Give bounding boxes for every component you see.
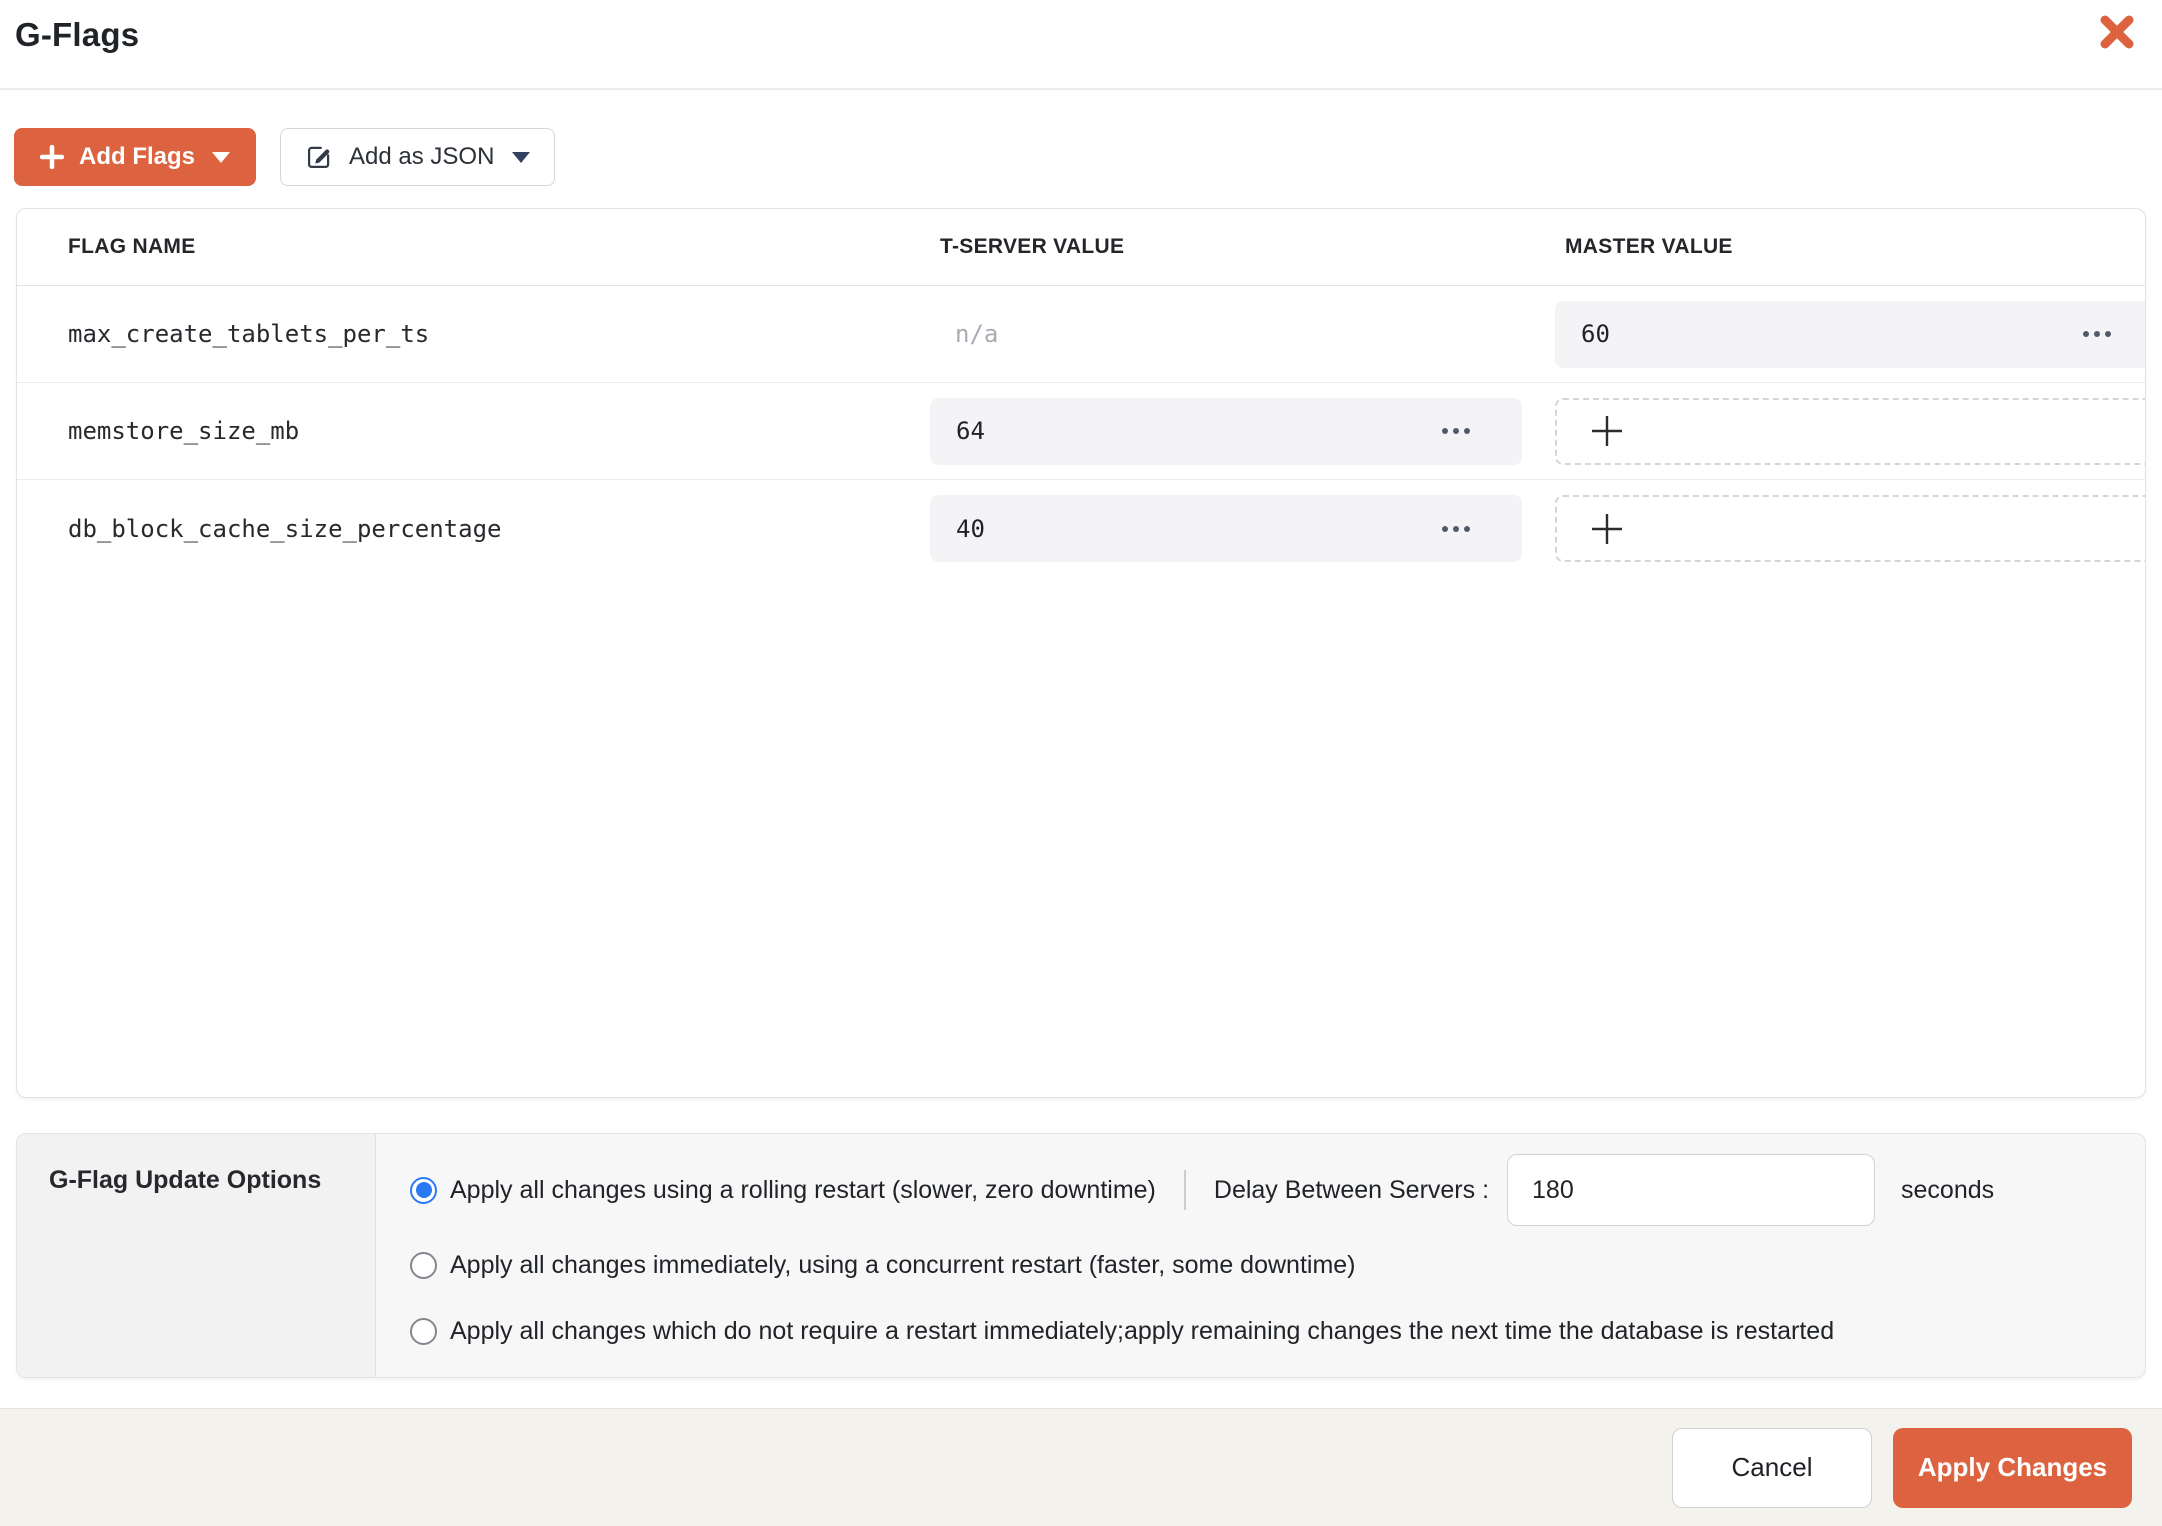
flag-name: max_create_tablets_per_ts bbox=[68, 320, 430, 348]
options-content: Apply all changes using a rolling restar… bbox=[376, 1134, 2145, 1377]
options-title: G-Flag Update Options bbox=[49, 1166, 322, 1194]
add-as-json-label: Add as JSON bbox=[349, 143, 495, 170]
table-row: max_create_tablets_per_ts n/a 60 bbox=[17, 286, 2145, 383]
column-header-tserver-value: T-SERVER VALUE bbox=[940, 235, 1125, 258]
close-button[interactable] bbox=[2098, 14, 2136, 52]
modal-header: G-Flags bbox=[0, 0, 2162, 90]
table-row: db_block_cache_size_percentage 40 bbox=[17, 480, 2145, 577]
row-actions-menu-icon[interactable] bbox=[2079, 323, 2115, 345]
caret-down-icon bbox=[512, 151, 531, 163]
plus-icon bbox=[1591, 512, 1623, 546]
gflag-update-options-panel: G-Flag Update Options Apply all changes … bbox=[16, 1133, 2146, 1378]
tserver-value-na: n/a bbox=[955, 320, 999, 348]
radio-label: Apply all changes immediately, using a c… bbox=[450, 1250, 1356, 1279]
add-flags-label: Add Flags bbox=[79, 143, 196, 170]
page-title: G-Flags bbox=[15, 16, 140, 53]
delay-seconds-input[interactable] bbox=[1507, 1154, 1876, 1226]
flag-name: db_block_cache_size_percentage bbox=[68, 514, 502, 543]
add-flags-button[interactable]: Add Flags bbox=[14, 128, 257, 186]
option-row-rolling-restart: Apply all changes using a rolling restar… bbox=[410, 1152, 2117, 1228]
table-row: memstore_size_mb 64 bbox=[17, 383, 2145, 480]
option-row-no-restart: Apply all changes which do not require a… bbox=[410, 1310, 2117, 1352]
master-value-field[interactable]: 60 bbox=[1555, 300, 2145, 368]
option-row-concurrent-restart: Apply all changes immediately, using a c… bbox=[410, 1244, 2117, 1286]
row-actions-menu-icon[interactable] bbox=[1438, 518, 1474, 540]
plus-icon bbox=[1591, 414, 1623, 448]
modal-footer: Cancel Apply Changes bbox=[0, 1408, 2162, 1526]
tserver-value: 40 bbox=[956, 514, 985, 543]
table-header-row: FLAG NAME T-SERVER VALUE MASTER VALUE bbox=[17, 209, 2145, 286]
flags-table: FLAG NAME T-SERVER VALUE MASTER VALUE ma… bbox=[16, 208, 2146, 1098]
column-header-flag-name: FLAG NAME bbox=[68, 235, 196, 258]
plus-icon bbox=[40, 145, 64, 169]
radio-concurrent-restart[interactable] bbox=[410, 1251, 437, 1279]
radio-label: Apply all changes which do not require a… bbox=[450, 1316, 1835, 1345]
column-header-master-value: MASTER VALUE bbox=[1565, 235, 1733, 258]
cancel-button[interactable]: Cancel bbox=[1672, 1427, 1872, 1508]
radio-label: Apply all changes using a rolling restar… bbox=[450, 1175, 1156, 1204]
vertical-divider bbox=[1183, 1170, 1186, 1210]
toolbar: Add Flags Add as JSON bbox=[14, 128, 2162, 186]
add-master-value-button[interactable] bbox=[1555, 397, 2145, 465]
flag-name: memstore_size_mb bbox=[68, 417, 300, 445]
add-as-json-button[interactable]: Add as JSON bbox=[280, 128, 556, 186]
seconds-unit-label: seconds bbox=[1901, 1175, 1995, 1204]
row-actions-menu-icon[interactable] bbox=[1438, 420, 1474, 442]
radio-rolling-restart[interactable] bbox=[410, 1176, 437, 1204]
add-master-value-button[interactable] bbox=[1555, 495, 2145, 562]
tserver-value-field[interactable]: 64 bbox=[930, 397, 1522, 465]
master-value: 60 bbox=[1581, 320, 1610, 348]
close-icon bbox=[2100, 15, 2134, 52]
options-label-column: G-Flag Update Options bbox=[17, 1134, 376, 1377]
tserver-value: 64 bbox=[956, 417, 985, 445]
edit-pencil-icon bbox=[305, 143, 333, 171]
apply-changes-button[interactable]: Apply Changes bbox=[1893, 1427, 2132, 1508]
caret-down-icon bbox=[212, 151, 231, 163]
radio-no-restart[interactable] bbox=[410, 1317, 437, 1345]
tserver-value-field[interactable]: 40 bbox=[930, 495, 1522, 562]
delay-between-servers-label: Delay Between Servers : bbox=[1213, 1175, 1490, 1204]
